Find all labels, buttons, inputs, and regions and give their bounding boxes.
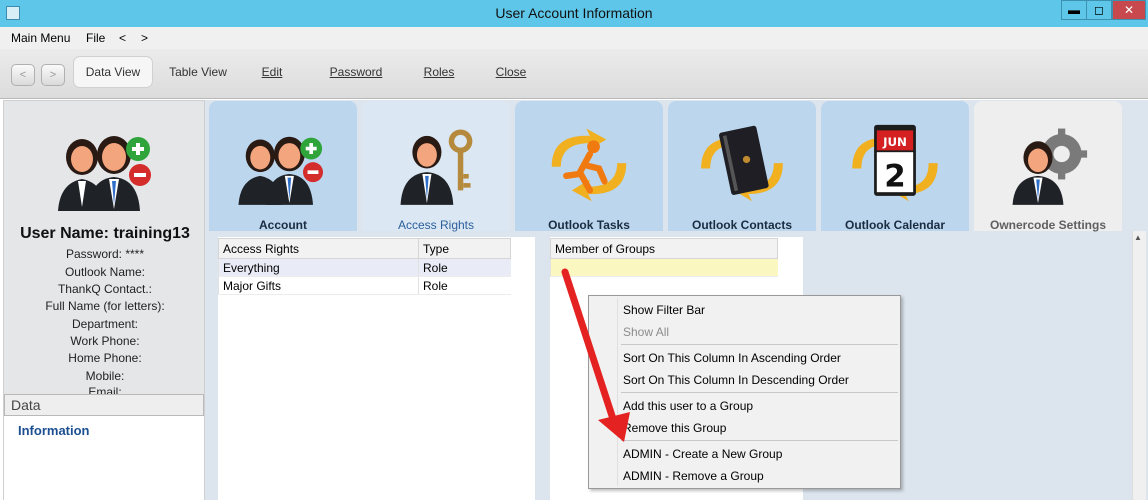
- menu-main-menu[interactable]: Main Menu: [11, 31, 70, 45]
- users-add-remove-icon: [238, 136, 323, 205]
- column-header-type[interactable]: Type: [418, 238, 511, 259]
- menu-item-show-all[interactable]: Show All: [623, 325, 669, 339]
- tab-outlook-contacts[interactable]: Outlook Contacts: [668, 101, 816, 232]
- scroll-up-icon[interactable]: ▲: [1134, 233, 1142, 242]
- menu-item-admin-create-group[interactable]: ADMIN - Create a New Group: [623, 447, 782, 461]
- filter-row[interactable]: [550, 258, 778, 277]
- menu-file[interactable]: File: [86, 31, 105, 45]
- table-row[interactable]: Everything Role: [218, 258, 511, 277]
- menu-separator: [621, 344, 898, 345]
- tab-account-label: Account: [259, 218, 307, 232]
- menu-bar: Main Menu File < >: [0, 27, 1148, 49]
- data-section-panel: Information: [4, 416, 204, 500]
- menu-separator: [621, 440, 898, 441]
- menu-item-remove-group[interactable]: Remove this Group: [623, 421, 726, 435]
- table-cell[interactable]: Everything: [218, 258, 419, 277]
- menu-separator: [621, 392, 898, 393]
- calendar-day: 2: [884, 159, 906, 195]
- tasks-sync-icon: [551, 128, 627, 202]
- tab-outlook-contacts-label: Outlook Contacts: [691, 218, 792, 232]
- edit-button[interactable]: Edit: [252, 56, 292, 88]
- table-cell[interactable]: Role: [418, 276, 511, 295]
- forward-button[interactable]: >: [41, 64, 65, 86]
- menu-item-show-filter-bar[interactable]: Show Filter Bar: [623, 303, 705, 317]
- full-name-field: Full Name (for letters):: [45, 299, 165, 313]
- close-button[interactable]: Close: [488, 56, 534, 88]
- tab-ownercode-settings-label: Ownercode Settings: [989, 218, 1107, 232]
- tab-outlook-calendar[interactable]: JUN 2 Outlook Calendar: [821, 101, 969, 232]
- table-cell[interactable]: Major Gifts: [218, 276, 419, 295]
- table-row[interactable]: Major Gifts Role: [218, 276, 511, 295]
- close-window-button[interactable]: ✕: [1112, 0, 1146, 20]
- column-header-access-rights[interactable]: Access Rights: [218, 238, 419, 259]
- menu-forward[interactable]: >: [141, 31, 148, 45]
- tab-account[interactable]: Account: [209, 101, 357, 232]
- users-add-remove-icon: [58, 136, 151, 211]
- table-view-button[interactable]: Table View: [160, 56, 236, 88]
- home-phone-field: Home Phone:: [68, 351, 142, 365]
- minimize-button[interactable]: ▬: [1061, 0, 1087, 20]
- password-button[interactable]: Password: [320, 56, 392, 88]
- contacts-sync-icon: [701, 125, 783, 202]
- menu-gutter: [617, 298, 618, 486]
- thankq-contact-field: ThankQ Contact.:: [57, 282, 153, 296]
- window-title: User Account Information: [495, 5, 653, 21]
- menu-item-add-to-group[interactable]: Add this user to a Group: [623, 399, 753, 413]
- data-section-header[interactable]: Data: [4, 394, 204, 416]
- filter-cell[interactable]: [550, 258, 778, 277]
- maximize-button[interactable]: ◻: [1086, 0, 1112, 20]
- work-phone-field: Work Phone:: [70, 334, 140, 348]
- department-field: Department:: [71, 317, 139, 331]
- title-bar: User Account Information ▬ ◻ ✕: [0, 0, 1148, 27]
- member-of-groups-table: Member of Groups: [550, 238, 778, 277]
- calendar-month: JUN: [882, 135, 907, 149]
- tab-outlook-tasks-label: Outlook Tasks: [548, 218, 630, 232]
- menu-back[interactable]: <: [119, 31, 126, 45]
- table-cell[interactable]: Role: [418, 258, 511, 277]
- tab-outlook-tasks[interactable]: Outlook Tasks: [515, 101, 663, 232]
- calendar-sync-icon: JUN 2: [852, 124, 938, 202]
- tab-access-rights-label: Access Rights: [397, 218, 475, 232]
- access-rights-table: Access Rights Type Everything Role Major…: [218, 238, 511, 295]
- roles-button[interactable]: Roles: [414, 56, 464, 88]
- username-label: User Name: training13: [20, 225, 190, 242]
- context-menu: Show Filter Bar Show All Sort On This Co…: [588, 295, 901, 489]
- information-link[interactable]: Information: [18, 423, 90, 438]
- menu-item-sort-ascending[interactable]: Sort On This Column In Ascending Order: [623, 351, 841, 365]
- data-view-button[interactable]: Data View: [73, 56, 153, 88]
- mobile-field: Mobile:: [85, 369, 125, 383]
- tab-access-rights[interactable]: Access Rights: [362, 101, 510, 232]
- menu-item-admin-remove-group[interactable]: ADMIN - Remove a Group: [623, 469, 764, 483]
- user-key-icon: [400, 129, 473, 205]
- user-gear-icon: [1012, 128, 1088, 205]
- menu-item-sort-descending[interactable]: Sort On This Column In Descending Order: [623, 373, 849, 387]
- column-header-member-of-groups[interactable]: Member of Groups: [550, 238, 778, 259]
- password-field: Password: ****: [65, 247, 145, 261]
- back-button[interactable]: <: [11, 64, 35, 86]
- tab-outlook-calendar-label: Outlook Calendar: [844, 218, 945, 232]
- vertical-scrollbar[interactable]: ▲: [1132, 231, 1146, 500]
- outlook-name-field: Outlook Name:: [64, 265, 146, 279]
- tab-ownercode-settings[interactable]: Ownercode Settings: [974, 101, 1122, 232]
